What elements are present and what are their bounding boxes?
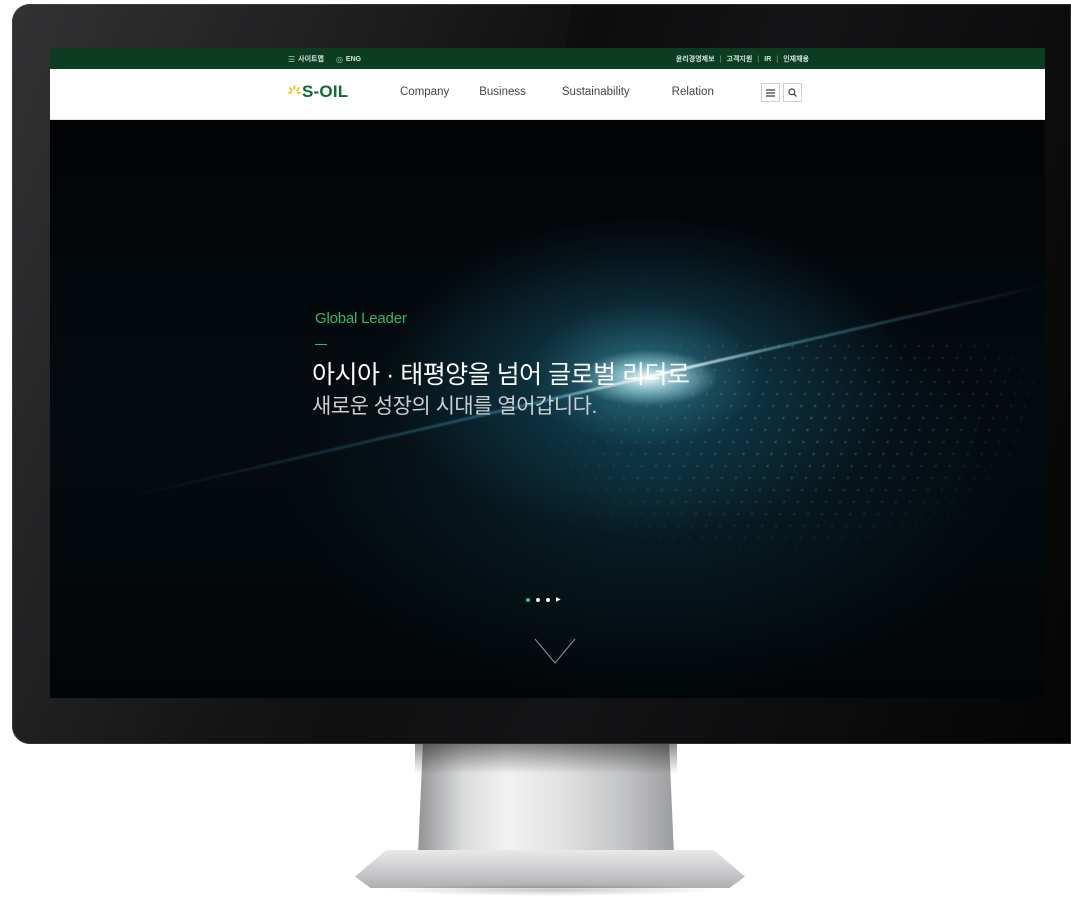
nav-item-sustainability[interactable]: Sustainability: [562, 86, 630, 98]
utility-link-ir[interactable]: IR: [764, 56, 771, 63]
utility-link-ethics[interactable]: 윤리경영제보: [676, 54, 715, 64]
hero-subheadline: 새로운 성장의 시대를 열어갑니다.: [312, 395, 597, 418]
utility-bar: ☰ 사이트맵 ◎ ENG 윤리경영제보 | 고객지원 | IR | 인재채용: [50, 48, 1045, 69]
scene: ☰ 사이트맵 ◎ ENG 윤리경영제보 | 고객지원 | IR | 인재채용 S…: [0, 0, 1071, 904]
chevron-down-icon[interactable]: [534, 638, 576, 664]
language-label: ENG: [345, 55, 362, 63]
floor-shadow: [380, 884, 720, 896]
utility-divider: |: [719, 55, 722, 63]
slide-dot-2[interactable]: [536, 598, 540, 602]
nav-item-business[interactable]: Business: [479, 86, 526, 98]
hero-headline: 아시아 · 태평양을 넘어 글로벌 리더로: [312, 361, 690, 389]
list-icon: ☰: [288, 54, 296, 64]
slide-dot-3[interactable]: [546, 598, 550, 602]
utility-link-careers[interactable]: 인재채용: [783, 54, 809, 64]
monitor-screen: ☰ 사이트맵 ◎ ENG 윤리경영제보 | 고객지원 | IR | 인재채용 S…: [50, 48, 1045, 698]
main-nav: S-OIL Company Business Sustainability Re…: [50, 69, 1045, 120]
play-icon[interactable]: ▶: [556, 597, 561, 603]
search-button[interactable]: [783, 83, 802, 102]
utility-divider: |: [776, 55, 779, 63]
hamburger-icon: [766, 88, 775, 97]
logo-text: S-OIL: [302, 82, 349, 101]
nav-links: Company Business Sustainability Relation: [400, 86, 714, 98]
monitor-stand-base: [355, 850, 745, 888]
eyebrow-divider: [315, 344, 327, 345]
sitemap-label: 사이트맵: [298, 56, 324, 63]
hero-banner: Global Leader 아시아 · 태평양을 넘어 글로벌 리더로 새로운 …: [50, 120, 1045, 698]
slide-pager: ▶: [526, 597, 561, 603]
slide-dot-1[interactable]: [526, 598, 530, 602]
sitemap-link[interactable]: ☰ 사이트맵: [288, 54, 324, 64]
nav-buttons: [761, 83, 802, 102]
utility-link-support[interactable]: 고객지원: [727, 54, 753, 64]
search-icon: [788, 88, 797, 97]
utility-left: ☰ 사이트맵 ◎ ENG: [288, 54, 361, 64]
language-link[interactable]: ◎ ENG: [336, 55, 361, 64]
hero-eyebrow: Global Leader: [315, 310, 407, 327]
logo[interactable]: S-OIL: [288, 82, 348, 102]
utility-right: 윤리경영제보 | 고객지원 | IR | 인재채용: [676, 54, 809, 64]
menu-button[interactable]: [761, 83, 780, 102]
nav-item-relation[interactable]: Relation: [672, 86, 714, 98]
utility-divider: |: [757, 55, 760, 63]
stand-shadow: [415, 744, 677, 774]
nav-item-company[interactable]: Company: [400, 86, 449, 98]
globe-icon: ◎: [335, 54, 343, 64]
sun-logo-icon: [288, 84, 301, 94]
